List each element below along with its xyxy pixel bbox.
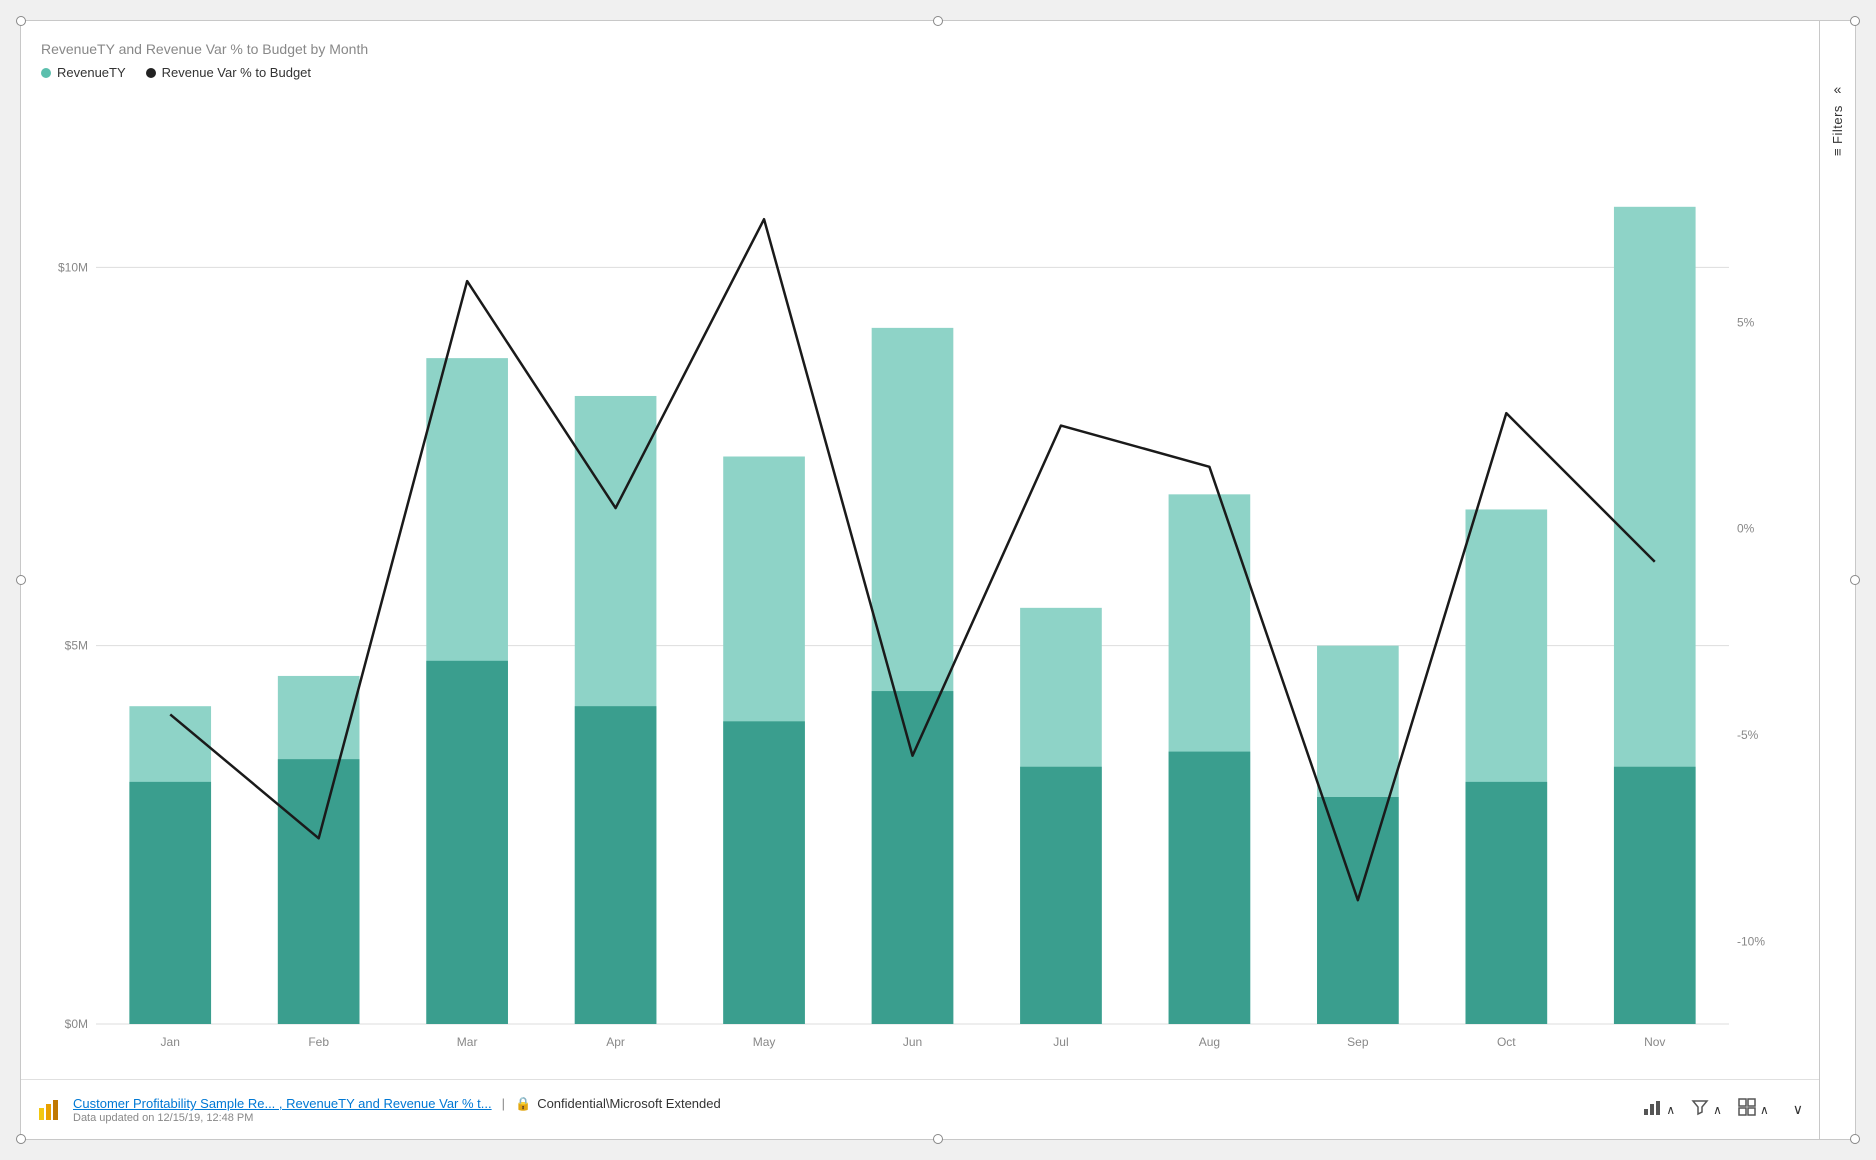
layout-icon-svg: [1738, 1098, 1756, 1116]
bar-chart-icon: [1642, 1097, 1662, 1117]
layout-icon[interactable]: [1738, 1098, 1756, 1121]
main-container: « ≡ Filters RevenueTY and Revenue Var % …: [20, 20, 1856, 1140]
svg-text:Sep: Sep: [1347, 1035, 1369, 1049]
legend-label-variance: Revenue Var % to Budget: [162, 65, 311, 80]
legend-dot-dark: [146, 68, 156, 78]
svg-text:Apr: Apr: [606, 1035, 625, 1049]
footer-subtitle: Data updated on 12/15/19, 12:48 PM: [73, 1112, 1630, 1124]
svg-text:Jan: Jan: [161, 1035, 180, 1049]
footer-actions: ∧ ∧ ∧: [1642, 1097, 1803, 1122]
footer-bar: Customer Profitability Sample Re... , Re…: [21, 1079, 1819, 1139]
filter-icon-svg: [1691, 1098, 1709, 1116]
footer-text-group: Customer Profitability Sample Re... , Re…: [73, 1096, 1630, 1124]
lock-icon: 🔒: [515, 1096, 531, 1112]
svg-text:-10%: -10%: [1737, 934, 1765, 948]
filter-icon[interactable]: [1691, 1098, 1709, 1121]
chart-svg: $0M $5M $10M 5% 0% -5% -10% Jan Feb Mar Apr May Jun J…: [41, 96, 1799, 1074]
analytics-icon[interactable]: [1642, 1097, 1662, 1122]
filters-panel: « ≡ Filters: [1819, 21, 1855, 1139]
filters-collapse-button[interactable]: «: [1834, 81, 1842, 97]
chart-title: RevenueTY and Revenue Var % to Budget by…: [41, 41, 1799, 57]
svg-text:0%: 0%: [1737, 522, 1755, 536]
filter-chevron[interactable]: ∧: [1713, 1103, 1722, 1117]
filters-icon: ≡: [1830, 148, 1845, 156]
svg-text:$0M: $0M: [65, 1017, 88, 1031]
legend-dot-teal: [41, 68, 51, 78]
svg-text:Nov: Nov: [1644, 1035, 1665, 1049]
expand-footer-chevron[interactable]: ∨: [1793, 1101, 1803, 1118]
svg-text:Oct: Oct: [1497, 1035, 1516, 1049]
legend-label-revenuety: RevenueTY: [57, 65, 126, 80]
chart-area: RevenueTY and Revenue Var % to Budget by…: [21, 21, 1819, 1079]
analytics-chevron[interactable]: ∧: [1666, 1103, 1675, 1117]
legend-item-revenuety: RevenueTY: [41, 65, 126, 80]
svg-text:Jul: Jul: [1053, 1035, 1068, 1049]
layout-action-group: ∧: [1738, 1098, 1769, 1121]
svg-text:Mar: Mar: [457, 1035, 478, 1049]
filters-label: ≡ Filters: [1830, 105, 1845, 156]
svg-text:May: May: [753, 1035, 776, 1049]
chart-svg-container: $0M $5M $10M 5% 0% -5% -10% Jan Feb Mar Apr May Jun J…: [41, 96, 1799, 1074]
svg-text:Jun: Jun: [903, 1035, 922, 1049]
svg-text:Feb: Feb: [308, 1035, 329, 1049]
analytics-action-group: ∧: [1642, 1097, 1675, 1122]
footer-separator: |: [496, 1096, 511, 1111]
powerbi-logo: [37, 1098, 61, 1122]
footer-report-link[interactable]: Customer Profitability Sample Re... , Re…: [73, 1096, 492, 1111]
svg-text:5%: 5%: [1737, 315, 1755, 329]
svg-text:$5M: $5M: [65, 639, 88, 653]
svg-text:$10M: $10M: [58, 260, 88, 274]
layout-chevron[interactable]: ∧: [1760, 1103, 1769, 1117]
chart-legend: RevenueTY Revenue Var % to Budget: [41, 65, 1799, 80]
footer-confidential: 🔒 Confidential\Microsoft Extended: [515, 1096, 721, 1112]
svg-text:Aug: Aug: [1199, 1035, 1220, 1049]
legend-item-variance: Revenue Var % to Budget: [146, 65, 311, 80]
filter-action-group: ∧: [1691, 1098, 1722, 1121]
svg-text:-5%: -5%: [1737, 728, 1759, 742]
